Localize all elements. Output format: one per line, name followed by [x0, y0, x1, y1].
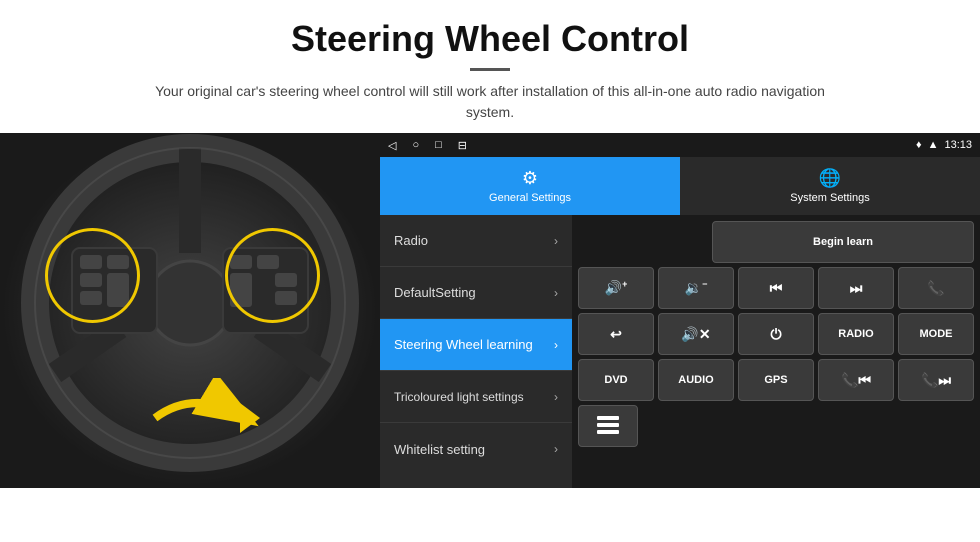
menu-tricoloured-label: Tricoloured light settings — [394, 390, 524, 404]
begin-learn-button[interactable]: Begin learn — [712, 221, 974, 263]
prev-track-icon: ⏮ — [770, 280, 783, 297]
empty-cell — [578, 221, 708, 263]
next-track-icon: ⏭ — [850, 280, 863, 297]
phone-prev-icon: 📞⏮ — [841, 372, 871, 389]
chevron-radio: › — [554, 234, 558, 248]
dvd-label: DVD — [604, 374, 627, 386]
controls-row-4 — [578, 405, 974, 447]
menu-item-radio[interactable]: Radio › — [380, 215, 572, 267]
left-menu: Radio › DefaultSetting › Steering Wheel … — [380, 215, 572, 488]
tab-general-label: General Settings — [489, 192, 571, 204]
phone-button[interactable]: 📞 — [898, 267, 974, 309]
wifi-icon: ♦ — [916, 139, 922, 151]
menu-steering-label: Steering Wheel learning — [394, 337, 533, 352]
main-panel: Radio › DefaultSetting › Steering Wheel … — [380, 215, 980, 488]
menu-item-steering[interactable]: Steering Wheel learning › — [380, 319, 572, 371]
mode-btn-label: MODE — [920, 328, 953, 340]
audio-button[interactable]: AUDIO — [658, 359, 734, 401]
dvd-button[interactable]: DVD — [578, 359, 654, 401]
page-title: Steering Wheel Control — [20, 18, 960, 60]
chevron-default: › — [554, 286, 558, 300]
mute-icon: 🔊✕ — [681, 326, 710, 343]
controls-row-top: Begin learn — [578, 221, 974, 263]
prev-track-button[interactable]: ⏮ — [738, 267, 814, 309]
recents-icon[interactable]: □ — [435, 139, 442, 151]
mute-button[interactable]: 🔊✕ — [658, 313, 734, 355]
chevron-whitelist: › — [554, 442, 558, 456]
chevron-steering: › — [554, 338, 558, 352]
menu-item-default[interactable]: DefaultSetting › — [380, 267, 572, 319]
list-icon-button[interactable] — [578, 405, 638, 447]
controls-row-3: DVD AUDIO GPS 📞⏮ 📞⏭ — [578, 359, 974, 401]
vol-up-icon: 🔊+ — [605, 279, 628, 297]
right-controls: Begin learn 🔊+ 🔉− ⏮ ⏭ — [572, 215, 980, 488]
general-settings-icon: ⚙ — [522, 168, 538, 189]
menu-item-whitelist[interactable]: Whitelist setting › — [380, 423, 572, 475]
signal-icon: ▲ — [928, 139, 939, 151]
chevron-tricoloured: › — [554, 390, 558, 404]
title-divider — [470, 68, 510, 71]
menu-radio-label: Radio — [394, 233, 428, 248]
mode-btn[interactable]: MODE — [898, 313, 974, 355]
status-bar-nav: ◁ ○ □ ⊟ — [388, 139, 467, 152]
menu-item-tricoloured[interactable]: Tricoloured light settings › — [380, 371, 572, 423]
vol-down-button[interactable]: 🔉− — [658, 267, 734, 309]
tab-system-settings[interactable]: 🌐 System Settings — [680, 157, 980, 215]
radio-btn[interactable]: RADIO — [818, 313, 894, 355]
tab-bar: ⚙ General Settings 🌐 System Settings — [380, 157, 980, 215]
menu-default-label: DefaultSetting — [394, 285, 476, 300]
menu-icon[interactable]: ⊟ — [458, 139, 467, 152]
gps-label: GPS — [764, 374, 787, 386]
power-button[interactable]: ⏻ — [738, 313, 814, 355]
steering-wheel-image — [0, 133, 380, 488]
arrow-svg — [145, 378, 265, 458]
system-settings-icon: 🌐 — [819, 168, 841, 189]
controls-row-2: ↩ 🔊✕ ⏻ RADIO MODE — [578, 313, 974, 355]
top-section: Steering Wheel Control Your original car… — [0, 0, 980, 133]
tab-system-label: System Settings — [790, 192, 869, 204]
controls-row-1: 🔊+ 🔉− ⏮ ⏭ 📞 — [578, 267, 974, 309]
steering-wheel-bg — [0, 133, 380, 488]
android-section: ◁ ○ □ ⊟ ♦ ▲ 13:13 ⚙ General Settings 🌐 S… — [380, 133, 980, 488]
hang-up-icon: ↩ — [610, 326, 622, 343]
hang-up-button[interactable]: ↩ — [578, 313, 654, 355]
radio-btn-label: RADIO — [838, 328, 873, 340]
circle-highlight-right — [225, 228, 320, 323]
back-icon[interactable]: ◁ — [388, 139, 396, 152]
audio-label: AUDIO — [678, 374, 713, 386]
phone-next-icon: 📞⏭ — [921, 372, 951, 389]
subtitle-text: Your original car's steering wheel contr… — [140, 81, 840, 123]
home-icon[interactable]: ○ — [412, 139, 419, 151]
power-icon: ⏻ — [770, 326, 781, 343]
clock: 13:13 — [944, 139, 972, 151]
content-area: ◁ ○ □ ⊟ ♦ ▲ 13:13 ⚙ General Settings 🌐 S… — [0, 133, 980, 488]
status-bar-right: ♦ ▲ 13:13 — [916, 139, 972, 151]
vol-up-button[interactable]: 🔊+ — [578, 267, 654, 309]
phone-next-button[interactable]: 📞⏭ — [898, 359, 974, 401]
gps-button[interactable]: GPS — [738, 359, 814, 401]
phone-icon: 📞 — [927, 280, 944, 297]
tab-general-settings[interactable]: ⚙ General Settings — [380, 157, 680, 215]
status-bar: ◁ ○ □ ⊟ ♦ ▲ 13:13 — [380, 133, 980, 157]
circle-highlight-left — [45, 228, 140, 323]
next-track-button[interactable]: ⏭ — [818, 267, 894, 309]
list-icon — [597, 416, 619, 437]
vol-down-icon: 🔉− — [685, 279, 708, 297]
phone-prev-button[interactable]: 📞⏮ — [818, 359, 894, 401]
menu-whitelist-label: Whitelist setting — [394, 442, 485, 457]
